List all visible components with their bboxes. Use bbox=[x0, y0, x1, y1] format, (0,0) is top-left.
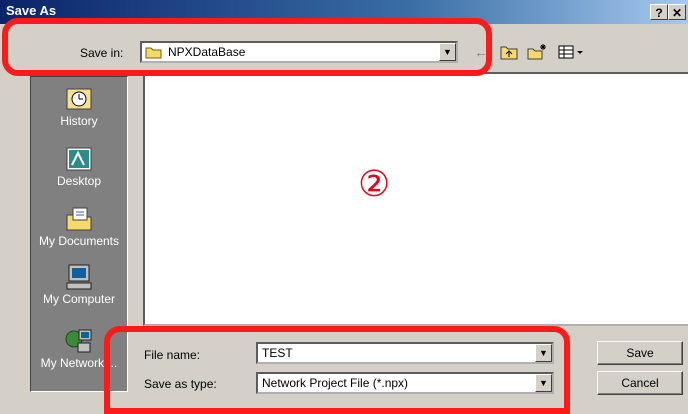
file-list[interactable]: ② bbox=[143, 72, 688, 326]
file-name-label: File name: bbox=[144, 348, 201, 362]
place-desktop[interactable]: Desktop bbox=[31, 145, 127, 188]
desktop-icon bbox=[64, 145, 94, 173]
title-bar[interactable]: Save As ? ✕ bbox=[0, 0, 688, 24]
place-label: My Documents bbox=[38, 234, 120, 248]
chevron-down-icon[interactable]: ▼ bbox=[535, 374, 552, 392]
save-button[interactable]: Save bbox=[597, 341, 683, 365]
up-one-level-icon[interactable] bbox=[498, 42, 520, 62]
close-button[interactable]: ✕ bbox=[668, 4, 686, 20]
history-icon bbox=[64, 85, 94, 113]
cancel-button[interactable]: Cancel bbox=[597, 371, 683, 395]
place-history[interactable]: History bbox=[31, 85, 127, 128]
my-network-icon bbox=[64, 327, 94, 355]
file-name-input[interactable]: TEST ▼ bbox=[256, 342, 554, 364]
save-as-type-value: Network Project File (*.npx) bbox=[262, 376, 409, 390]
chevron-down-icon[interactable]: ▼ bbox=[439, 43, 456, 61]
place-my-network[interactable]: My Network ... bbox=[31, 327, 127, 370]
place-label: Desktop bbox=[56, 174, 102, 188]
my-computer-icon bbox=[64, 263, 94, 291]
highlight-file-fields bbox=[104, 326, 570, 414]
folder-icon bbox=[145, 47, 162, 59]
place-my-documents[interactable]: My Documents bbox=[31, 205, 127, 248]
window-title: Save As bbox=[6, 3, 57, 18]
place-label: History bbox=[60, 114, 98, 128]
place-my-computer[interactable]: My Computer bbox=[31, 263, 127, 306]
save-in-label: Save in: bbox=[80, 46, 124, 60]
save-as-dialog: Save As ? ✕ Save in: NPXDataBase ▼ ← His… bbox=[0, 0, 688, 414]
save-in-dropdown[interactable]: NPXDataBase ▼ bbox=[140, 41, 458, 63]
new-folder-icon[interactable] bbox=[526, 42, 548, 62]
back-icon[interactable]: ← bbox=[470, 42, 492, 62]
place-label: My Network ... bbox=[40, 356, 118, 370]
save-as-type-dropdown[interactable]: Network Project File (*.npx) ▼ bbox=[256, 372, 554, 394]
save-as-type-label: Save as type: bbox=[144, 377, 217, 391]
chevron-down-icon[interactable]: ▼ bbox=[535, 344, 552, 362]
help-button[interactable]: ? bbox=[650, 4, 668, 20]
views-menu-icon[interactable] bbox=[556, 42, 586, 62]
place-label: My Computer bbox=[42, 292, 116, 306]
my-documents-icon bbox=[64, 205, 94, 233]
places-bar: History Desktop My Documents My Computer… bbox=[30, 76, 128, 392]
step-marker: ② bbox=[358, 164, 391, 205]
save-in-value: NPXDataBase bbox=[168, 45, 246, 59]
file-name-value: TEST bbox=[262, 346, 293, 360]
